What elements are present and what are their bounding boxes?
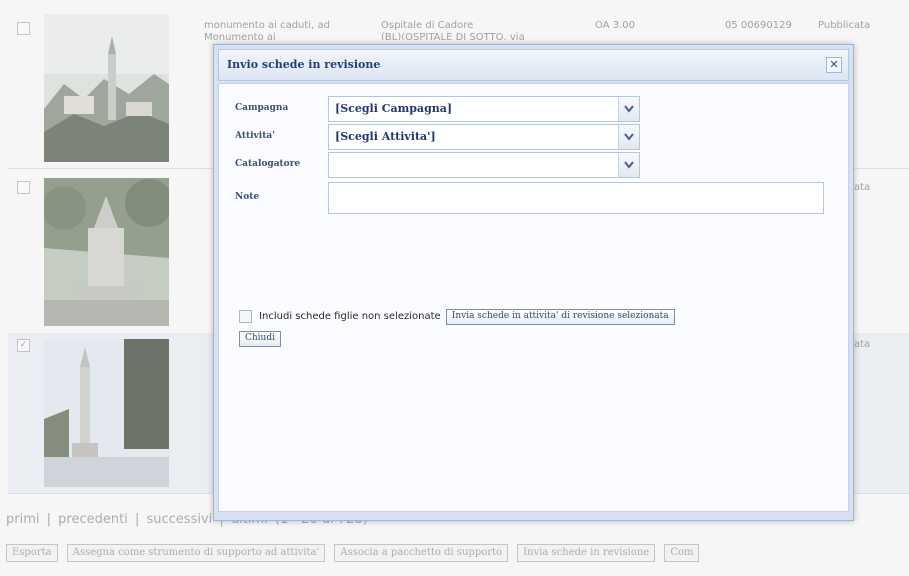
chevron-down-icon[interactable] xyxy=(618,97,639,121)
attivita-select[interactable]: [Scegli Attivita'] xyxy=(328,124,640,150)
include-children-row: Includi schede figlie non selezionate In… xyxy=(239,306,675,326)
dialog-body: Campagna [Scegli Campagna] Attivita' [Sc… xyxy=(218,83,849,512)
chevron-down-icon[interactable] xyxy=(618,125,639,149)
dialog-titlebar[interactable]: Invio schede in revisione ✕ xyxy=(218,49,849,81)
chevron-down-icon[interactable] xyxy=(618,153,639,177)
send-to-revision-activity-button[interactable]: Invia schede in attivita' di revisione s… xyxy=(445,308,675,325)
attivita-label: Attivita' xyxy=(235,131,275,141)
include-children-label: Includi schede figlie non selezionate xyxy=(259,311,441,322)
close-button-wrap: Chiudi xyxy=(239,328,281,347)
dialog-title: Invio schede in revisione xyxy=(227,58,381,71)
close-button[interactable]: Chiudi xyxy=(239,330,281,347)
include-children-checkbox[interactable] xyxy=(239,310,252,323)
attivita-value: [Scegli Attivita'] xyxy=(335,130,436,143)
campagna-select[interactable]: [Scegli Campagna] xyxy=(328,96,640,122)
catalogatore-select[interactable] xyxy=(328,152,640,178)
note-label: Note xyxy=(235,192,260,202)
close-icon[interactable]: ✕ xyxy=(826,57,842,73)
campagna-label: Campagna xyxy=(235,103,289,113)
catalogatore-label: Catalogatore xyxy=(235,159,301,169)
campagna-value: [Scegli Campagna] xyxy=(335,102,453,115)
revision-dialog: Invio schede in revisione ✕ Campagna [Sc… xyxy=(213,44,854,521)
note-input[interactable] xyxy=(328,182,824,214)
